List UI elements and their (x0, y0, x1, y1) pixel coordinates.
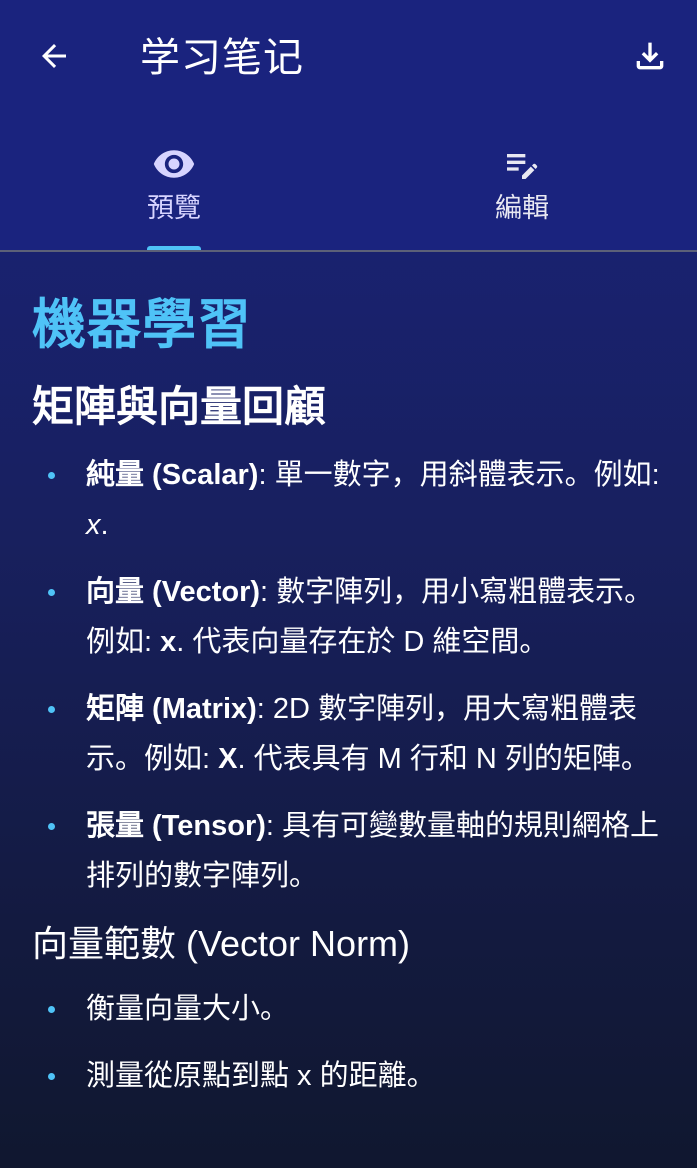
edit-note-icon (498, 140, 546, 188)
tab-label-edit: 編輯 (495, 193, 549, 223)
back-button[interactable] (30, 34, 78, 82)
download-icon (630, 36, 670, 81)
tab-label-preview: 預覽 (147, 193, 201, 223)
markdown-preview: 機器學習 矩陣與向量回顧 純量 (Scalar): 單一數字，用斜體表示。例如:… (32, 252, 662, 1118)
definition-list: 純量 (Scalar): 單一數字，用斜體表示。例如: x. 向量 (Vecto… (32, 450, 662, 901)
colon: : (265, 810, 283, 842)
term: 矩陣 (Matrix) (86, 693, 257, 725)
bullet-icon (48, 1006, 55, 1013)
bullet-icon (48, 823, 55, 830)
bullet-icon (48, 589, 55, 596)
description: 單一數字，用斜體表示。例如: (274, 459, 660, 491)
bullet-icon (48, 706, 55, 713)
bullet-icon (48, 1073, 55, 1080)
colon: : (258, 459, 275, 491)
eye-icon (150, 140, 198, 188)
example: x (86, 509, 101, 541)
list-item: 向量 (Vector): 數字陣列，用小寫粗體表示。例如: x. 代表向量存在於… (32, 567, 662, 667)
term: 張量 (Tensor) (86, 810, 266, 842)
download-button[interactable] (626, 34, 674, 82)
description-rest: . 代表向量存在於 D 維空間。 (176, 626, 549, 658)
example: X (218, 743, 238, 775)
arrow-back-icon (36, 38, 72, 79)
list-item: 矩陣 (Matrix): 2D 數字陣列，用大寫粗體表示。例如: X. 代表具有… (32, 684, 662, 784)
norm-list: 衡量向量大小。 測量從原點到點 x 的距離。 (32, 984, 662, 1101)
list-item: 測量從原點到點 x 的距離。 (32, 1051, 662, 1101)
list-item: 張量 (Tensor): 具有可變數量軸的規則網格上排列的數字陣列。 (32, 801, 662, 901)
tab-edit[interactable]: 編輯 (348, 130, 696, 250)
list-item-text: 衡量向量大小。 (86, 993, 290, 1025)
colon: : (260, 576, 277, 608)
heading-2: 矩陣與向量回顧 (32, 383, 327, 430)
example: x (160, 626, 177, 658)
app-bar: 学习笔记 預覽 編輯 (0, 0, 697, 252)
tab-preview[interactable]: 預覽 (0, 130, 348, 250)
page-title: 学习笔记 (140, 36, 304, 80)
heading-3: 向量範數 (Vector Norm) (32, 923, 411, 964)
list-item: 衡量向量大小。 (32, 984, 662, 1034)
heading-1: 機器學習 (32, 295, 252, 355)
colon: : (256, 693, 273, 725)
list-item: 純量 (Scalar): 單一數字，用斜體表示。例如: x. (32, 450, 662, 550)
description-rest: . 代表具有 M 行和 N 列的矩陣。 (237, 743, 650, 775)
term: 向量 (Vector) (86, 576, 261, 608)
description-rest: . (100, 509, 109, 541)
bullet-icon (48, 472, 55, 479)
term: 純量 (Scalar) (86, 459, 259, 491)
list-item-text: 測量從原點到點 x 的距離。 (86, 1060, 436, 1092)
